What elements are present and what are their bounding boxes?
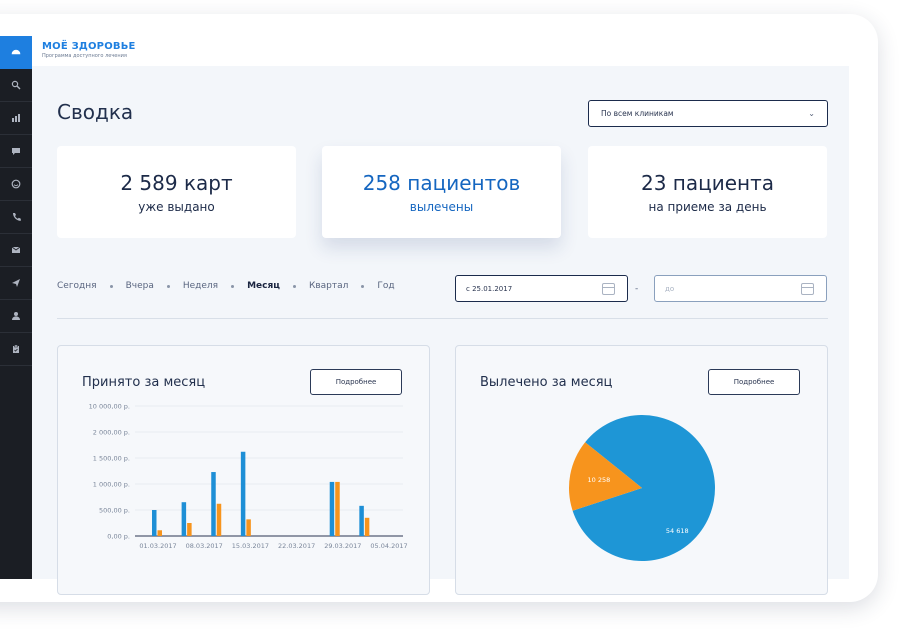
clinic-select-value: По всем клиникам <box>601 109 674 118</box>
date-to-field[interactable]: до <box>654 275 827 302</box>
sidebar-item-phone[interactable] <box>0 201 32 234</box>
x-tick-label: 29.03.2017 <box>324 542 361 550</box>
stat-card-patients: 258 пациентов вылечены <box>322 146 561 238</box>
clipboard-icon <box>13 344 19 353</box>
panel-title: Вылечено за месяц <box>480 375 613 390</box>
bar <box>240 451 246 536</box>
send-icon <box>12 279 20 287</box>
bar <box>181 502 187 536</box>
sidebar-item-clipboard[interactable] <box>0 333 32 366</box>
sidebar-item-user[interactable] <box>0 300 32 333</box>
user-icon <box>12 312 20 320</box>
x-tick-label: 01.03.2017 <box>139 542 176 550</box>
stat-label: вылечены <box>409 199 474 214</box>
main-content: Сводка По всем клиникам ⌄ 2 589 карт уже… <box>32 66 849 595</box>
sidebar-item-mail[interactable] <box>0 234 32 267</box>
sidebar-item-bar-chart[interactable] <box>0 102 32 135</box>
app-logo[interactable]: МОЁ ЗДОРОВЬЕ Программа доступного лечени… <box>42 41 136 60</box>
date-to-placeholder: до <box>665 284 675 293</box>
stat-value: 2 589 карт <box>120 170 233 195</box>
date-range-separator: - <box>635 284 639 294</box>
sidebar-item-chat[interactable] <box>0 135 32 168</box>
clinic-select[interactable]: По всем клиникам ⌄ <box>588 100 828 127</box>
stat-card-cards: 2 589 карт уже выдано <box>57 146 296 238</box>
period-separator <box>166 284 170 288</box>
sidebar-item-dashboard[interactable] <box>0 36 32 69</box>
period-separator <box>292 284 296 288</box>
bar <box>329 481 335 536</box>
x-tick-label: 08.03.2017 <box>186 542 223 550</box>
bar <box>187 523 192 536</box>
sidebar-item-send[interactable] <box>0 267 32 300</box>
pie-slice-label: 54 618 <box>666 527 689 535</box>
stat-value: 258 пациентов <box>362 170 521 195</box>
stat-label: уже выдано <box>138 199 215 214</box>
y-tick-label: 1 500,00 р. <box>93 455 130 463</box>
calendar-icon[interactable] <box>801 283 814 295</box>
panel-title: Принято за месяц <box>82 375 206 390</box>
date-from-field[interactable]: с 25.01.2017 <box>455 275 628 302</box>
pie-chart: 54 618 10 258 <box>569 415 715 561</box>
period-option[interactable]: Сегодня <box>57 281 97 291</box>
sidebar-item-smile[interactable] <box>0 168 32 201</box>
chevron-down-icon: ⌄ <box>808 109 815 118</box>
details-button[interactable]: Подробнее <box>310 369 402 395</box>
bar-chart: 0,00 р. 500,00 р. 1 000,00 р. 1 500,00 р. 2 … <box>89 403 408 551</box>
bar-chart-icon <box>12 114 20 122</box>
period-separator <box>109 284 113 288</box>
x-tick-label: 05.04.2017 <box>370 542 407 550</box>
received-chart-panel: Принято за месяц Подробнее 0,00 р. 500,00… <box>57 345 430 595</box>
stat-label: на приеме за день <box>648 199 767 214</box>
y-tick-label: 500,00 р. <box>99 507 130 515</box>
period-option[interactable]: Вчера <box>126 281 154 291</box>
sidebar <box>0 36 32 579</box>
pie-slice-label: 10 258 <box>588 476 611 484</box>
search-icon <box>11 80 21 90</box>
chat-icon <box>12 148 20 155</box>
top-bar: МОЁ ЗДОРОВЬЕ Программа доступного лечени… <box>32 36 849 66</box>
period-option[interactable]: Год <box>377 281 394 291</box>
phone-icon <box>13 213 21 221</box>
logo-subtitle: Программа доступного лечения <box>42 53 127 59</box>
y-tick-label: 1 000,00 р. <box>93 481 130 489</box>
x-tick-label: 15.03.2017 <box>232 542 269 550</box>
bar <box>364 517 370 536</box>
y-tick-label: 0,00 р. <box>107 533 130 541</box>
bar <box>216 503 222 536</box>
dashboard-icon <box>11 49 21 55</box>
bar <box>152 510 157 536</box>
stat-value: 23 пациента <box>640 170 775 195</box>
calendar-icon[interactable] <box>602 283 615 295</box>
bar <box>211 472 216 536</box>
bar <box>335 481 340 536</box>
period-option[interactable]: Квартал <box>309 281 348 291</box>
details-button[interactable]: Подробнее <box>708 369 800 395</box>
mail-icon <box>11 246 21 253</box>
cured-chart-panel: Вылечено за месяц Подробнее 54 618 10 258 <box>455 345 828 595</box>
period-separator <box>231 284 235 288</box>
stat-card-daily: 23 пациента на приеме за день <box>588 146 827 238</box>
period-option[interactable]: Неделя <box>183 281 218 291</box>
period-separator <box>361 284 365 288</box>
smile-icon <box>11 179 21 189</box>
bar <box>246 519 251 536</box>
divider <box>57 318 828 319</box>
page-title: Сводка <box>57 100 134 124</box>
bar <box>359 505 364 536</box>
period-option[interactable]: Месяц <box>247 281 280 291</box>
date-from-value: с 25.01.2017 <box>466 284 513 293</box>
y-tick-label: 2 000,00 р. <box>93 429 130 437</box>
y-tick-label: 10 000,00 р. <box>89 403 130 411</box>
sidebar-item-search[interactable] <box>0 69 32 102</box>
logo-title: МОЁ ЗДОРОВЬЕ <box>42 41 136 52</box>
period-filter: Сегодня Вчера Неделя Месяц Квартал Год <box>57 281 395 291</box>
bar <box>157 530 162 536</box>
x-tick-label: 22.03.2017 <box>278 542 315 550</box>
